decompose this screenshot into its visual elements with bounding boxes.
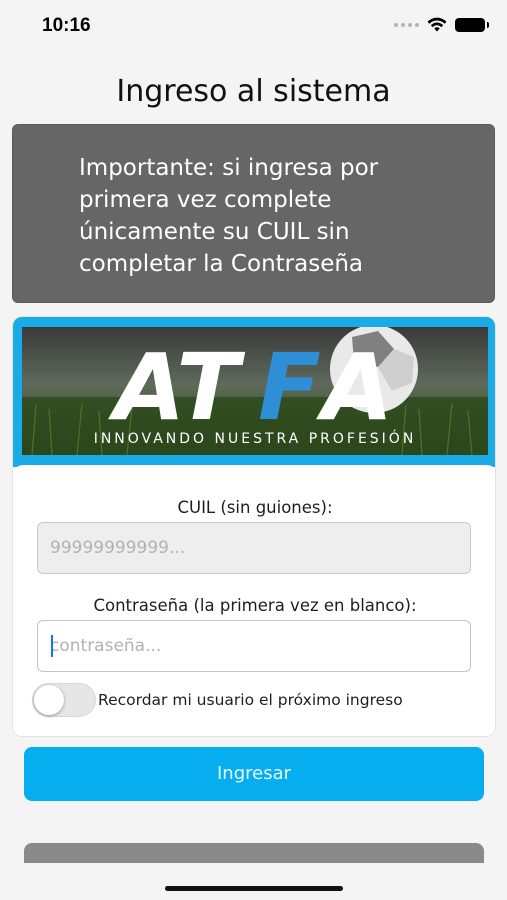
banner-frame: AT F A INNOVANDO NUESTRA PROFESIÓN (13, 317, 495, 467)
notice-box: Importante: si ingresa por primera vez c… (12, 124, 495, 303)
password-label: Contraseña (la primera vez en blanco): (93, 596, 417, 615)
svg-text:A: A (316, 334, 393, 441)
status-time: 10:16 (42, 15, 91, 36)
cuil-label: CUIL (sin guiones): (177, 498, 333, 517)
svg-text:F: F (258, 334, 321, 441)
toggle-knob (34, 685, 64, 715)
remember-me-label: Recordar mi usuario el próximo ingreso (98, 691, 403, 709)
battery-icon (455, 17, 489, 32)
wifi-icon (427, 17, 447, 32)
cuil-input[interactable] (37, 522, 471, 574)
remember-me-toggle[interactable] (32, 683, 96, 717)
banner-tagline: INNOVANDO NUESTRA PROFESIÓN (94, 429, 417, 447)
home-indicator[interactable] (165, 886, 343, 891)
status-icons (394, 17, 489, 32)
login-button[interactable]: Ingresar (24, 747, 484, 801)
login-form: CUIL (sin guiones): Contraseña (la prime… (13, 465, 495, 736)
text-cursor (51, 635, 53, 657)
password-input[interactable] (37, 620, 471, 672)
login-card: AT F A INNOVANDO NUESTRA PROFESIÓN CUIL … (12, 316, 496, 737)
svg-text:AT: AT (108, 334, 245, 441)
cellular-signal-icon (394, 22, 419, 27)
atfa-logo: AT F A INNOVANDO NUESTRA PROFESIÓN (22, 327, 488, 455)
status-bar: 10:16 (0, 0, 507, 52)
atfa-banner-image: AT F A INNOVANDO NUESTRA PROFESIÓN (22, 327, 488, 455)
page-title: Ingreso al sistema (116, 74, 391, 109)
bottom-safe-area (0, 863, 507, 900)
notice-text: Importante: si ingresa por primera vez c… (79, 155, 379, 277)
